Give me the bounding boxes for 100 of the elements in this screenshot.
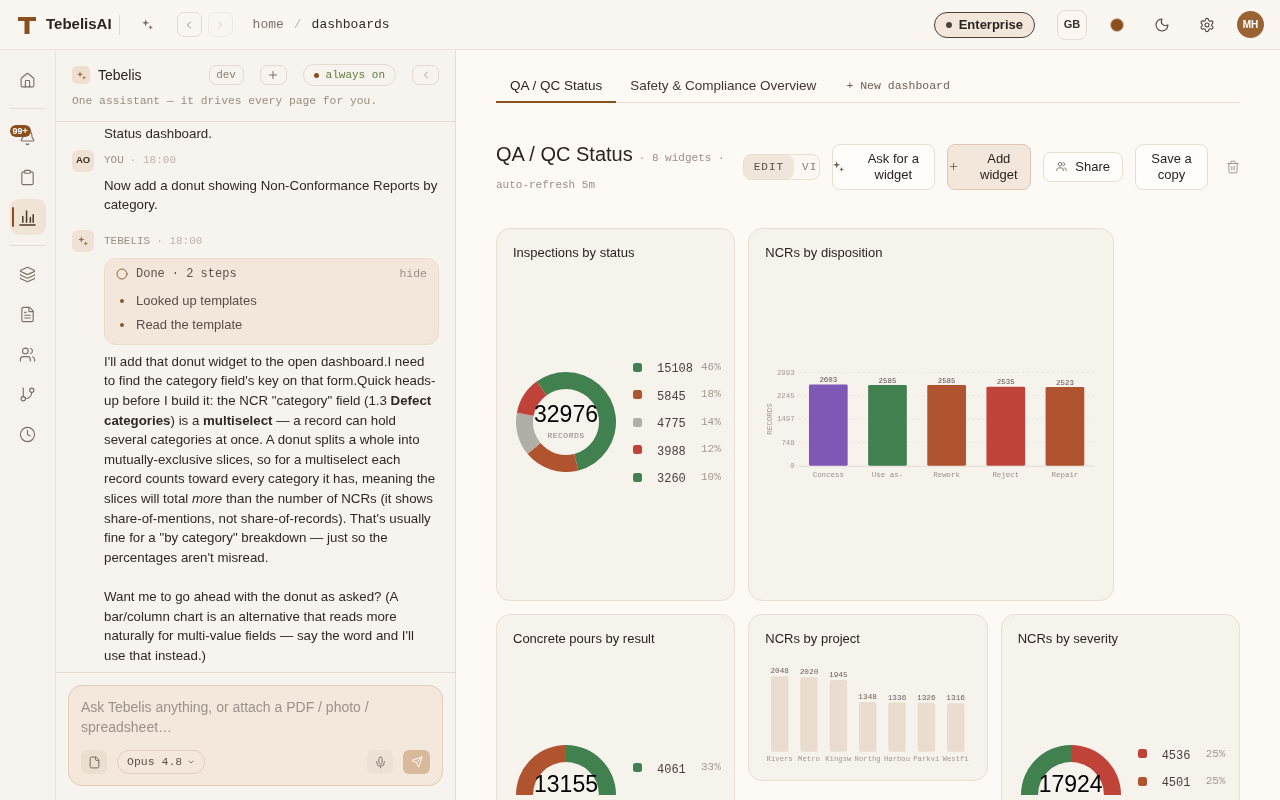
breadcrumb-link[interactable]: home [252,14,284,35]
mode-toggle[interactable]: VI [794,154,818,179]
steps-count: · 2 steps [171,265,237,283]
trash-icon[interactable] [1226,159,1240,174]
legend-percent: 46% [701,359,721,375]
moon-icon[interactable] [1154,16,1170,33]
message-time: · 18:00 [129,153,177,169]
legend-value: 5845 [657,389,686,404]
legend-value: 4061 [657,762,686,777]
logo-icon [18,15,36,34]
donut-total-label: RECORDS [547,431,585,440]
new-chat-button[interactable] [259,65,287,85]
notification-badge: 99+ [9,125,31,137]
message-text: Want me to go ahead with the donut as asked? (A bar/column chart is an alternative that reads more naturally for multi-value fields — say the word and I'll use that instead.) [104,587,415,665]
donut-total: 13155 [534,773,598,795]
document-icon [19,305,36,323]
branch-icon [19,385,36,403]
bullet-icon [120,322,124,327]
legend-value: 4775 [657,417,686,431]
donut-total: 17924 [1038,773,1103,795]
sparkle-icon [833,161,845,173]
legend-value: 3988 [657,444,686,459]
active-indicator [11,207,14,227]
home-icon [19,71,36,89]
send-icon [410,756,423,768]
refresh-interval: auto-refresh 5m [496,177,596,192]
layers-icon [19,265,36,283]
action-button[interactable]: Ask for a widget [832,143,936,190]
microphone-button[interactable] [367,750,393,774]
rail-nav-button[interactable] [9,199,46,235]
status-dot-icon [945,21,952,28]
chart-bar [947,702,965,752]
bullet-icon [120,298,124,303]
message-text: Now add a donut showing Non-Conformance Reports by category. [104,176,439,215]
donut-total: 32976 [534,404,598,425]
steps-status: Done [136,265,165,283]
message-time: · 18:00 [156,233,203,249]
user-avatar[interactable]: MH [1237,11,1264,38]
legend-value: 15108 [657,362,693,376]
legend-percent: 12% [701,442,721,458]
file-icon [87,755,101,769]
color-swatch-icon[interactable] [1110,17,1124,32]
plan-badge[interactable]: Enterprise [933,11,1035,38]
assistant-subtitle: One assistant — it drives every page for you. [72,94,379,108]
legend-percent: 10% [701,469,721,485]
legend-value: 4501 [1161,776,1191,791]
chart-bar [888,701,907,752]
legend-percent: 25% [1205,746,1226,762]
attach-button[interactable] [81,750,107,774]
legend-value: 4536 [1161,748,1191,763]
message-text: I'll add that donut widget to the open dashboard.I need to find the category field's key on that form.Quick heads-up before I build it: the NCR "category" field (1.3 Defect categories) is a multiselect — a record can hold several categories at once. A donut splits a whole into mutually-exclusive slices, so for a multiselect each record counts toward every category it has, meaning the slices will total more than the number of NCRs (it shows share-of-mentions, not share-of-records). That's usually fine for a "by category" breakdown — just so the percentages aren't misread. [104,352,437,567]
chart-bar [859,701,877,752]
message-author: TEBELIS [104,233,151,249]
message-composer[interactable]: Ask Tebelis anything, or attach a PDF / photo / spreadsheet… Opus 4.8 [68,685,443,786]
action-button[interactable]: Share [1043,151,1123,182]
user-avatar: AO [72,149,94,172]
legend-percent: 25% [1205,774,1226,789]
microphone-icon [373,755,387,769]
step-text: Read the template [136,316,243,335]
widget-title: NCRs by disposition [765,244,884,261]
plus-icon [948,161,960,173]
brand-name: TebelisAI [46,14,112,35]
region-button[interactable]: GB [1057,9,1087,40]
rail-nav-button[interactable]: 99+ [9,119,46,155]
widget-title: Inspections by status [513,244,636,261]
legend-value: 3260 [657,472,686,486]
action-button[interactable]: Save a copy [1135,143,1208,190]
widget-title: NCRs by project [765,630,861,647]
new-dashboard-button[interactable]: + New dashboard [832,70,964,102]
legend-percent: 33% [701,760,721,776]
sparkle-avatar-icon [72,66,90,84]
clock-icon [19,425,36,443]
step-text: Looked up templates [136,292,257,311]
status-dot-icon [313,72,319,78]
breadcrumb-current: dashboards [311,15,390,34]
message-text: Status dashboard. [103,125,213,143]
dashboard-tab[interactable]: QA / QC Status [496,71,617,103]
legend-percent: 18% [701,387,721,403]
dashboard-title: QA / QC Status [496,142,633,166]
mode-toggle[interactable]: EDIT [743,154,795,179]
widget-title: Concrete pours by result [513,630,656,647]
settings-icon[interactable] [1199,16,1215,33]
dashboard-tab[interactable]: Safety & Compliance Overview [616,71,831,103]
clipboard-icon [19,168,36,186]
breadcrumb-separator: / [293,15,302,34]
widget-count: · 8 widgets · [638,151,725,166]
sparkle-icon[interactable] [141,19,153,30]
message-author: YOU [104,153,124,169]
assistant-name: Tebelis [98,65,142,85]
chart-bar [917,702,936,752]
circle-icon [116,267,128,280]
caret-icon [187,758,196,766]
environment-badge: dev [208,65,244,85]
sparkle-avatar-icon [72,229,94,252]
bar-chart-icon [19,208,36,226]
action-button[interactable]: Add widget [947,143,1032,190]
users-icon [1056,161,1068,173]
widget-title: NCRs by severity [1017,630,1120,647]
users-icon [19,345,36,363]
legend-percent: 14% [701,414,721,430]
